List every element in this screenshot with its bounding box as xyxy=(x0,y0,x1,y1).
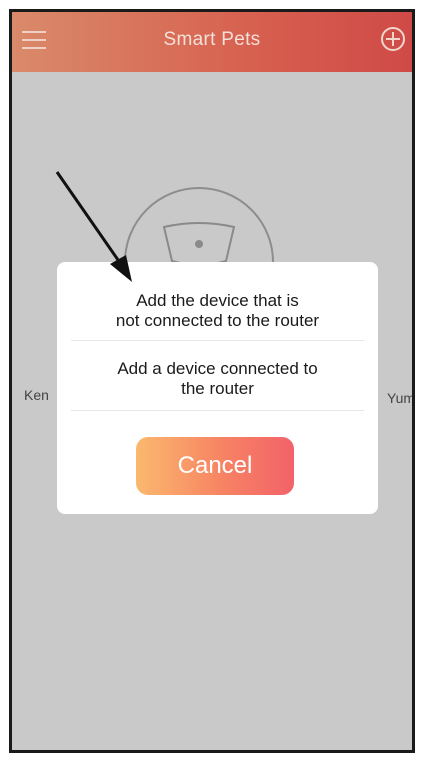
option-add-device-not-connected[interactable]: Add the device that is not connected to … xyxy=(69,291,366,331)
background-device-label-right: Yum xyxy=(387,390,415,406)
phone-frame: Smart Pets Ken Yum t Add the device that… xyxy=(9,9,415,753)
divider xyxy=(71,410,364,411)
option-add-device-connected[interactable]: Add a device connected to the router xyxy=(69,359,366,399)
option-label: Add a device connected to the router xyxy=(117,359,318,398)
plus-circle-icon[interactable] xyxy=(380,26,406,52)
app-title: Smart Pets xyxy=(163,29,261,50)
divider xyxy=(71,340,364,341)
option-label: Add the device that is not connected to … xyxy=(115,291,320,330)
background-device-label-left: Ken xyxy=(24,387,49,403)
app-header: Smart Pets xyxy=(12,12,412,72)
add-device-dialog: Add the device that is not connected to … xyxy=(57,262,378,514)
cancel-button[interactable]: Cancel xyxy=(136,437,294,495)
